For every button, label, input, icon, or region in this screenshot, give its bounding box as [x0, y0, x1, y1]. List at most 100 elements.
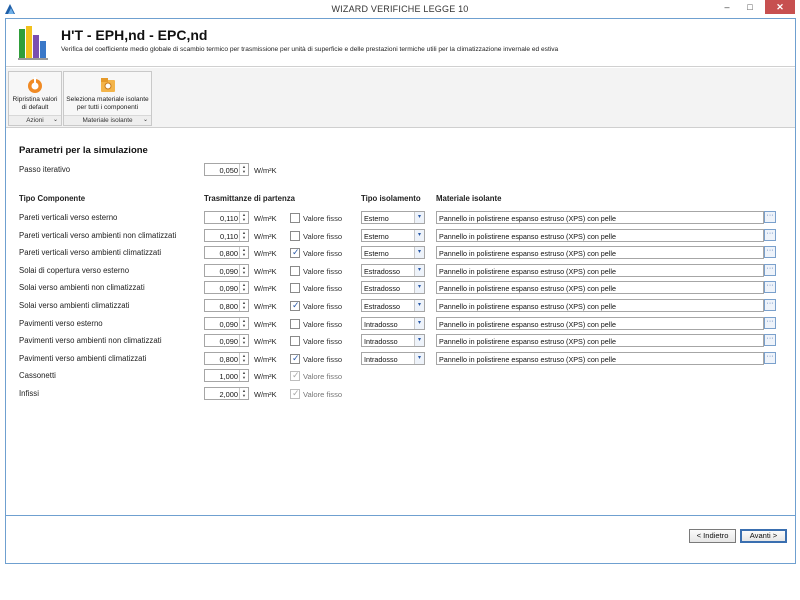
select-material-all-button[interactable]: Seleziona materiale isolante per tutti i … — [64, 72, 151, 116]
trasmittanza-spinner[interactable]: 0,090 ▲ ▼ — [204, 316, 249, 330]
valore-fisso-label: Valore fisso — [303, 337, 343, 347]
reset-label-line2: di default — [21, 104, 49, 111]
spin-down-icon[interactable]: ▼ — [240, 169, 248, 174]
trasmittanza-spinner[interactable]: 0,110 ▲ ▼ — [204, 211, 249, 224]
browse-material-button[interactable]: ··· — [764, 351, 776, 364]
valore-fisso-checkbox[interactable] — [290, 247, 300, 259]
trasmittanza-spinner[interactable]: 1,000 ▲ ▼ — [204, 369, 249, 383]
trasmittanza-spinner[interactable]: 0,800 ▲ ▼ — [204, 299, 249, 312]
materiale-field[interactable]: Pannello in polistirene espanso estruso … — [436, 228, 764, 242]
trasmittanza-value: 0,090 — [219, 337, 239, 347]
isolamento-select[interactable]: Estradosso ▾ — [361, 263, 425, 277]
valore-fisso-checkbox[interactable] — [290, 300, 300, 311]
materiale-value: Pannello in polistirene espanso estruso … — [439, 319, 616, 329]
valore-fisso-label: Valore fisso — [303, 372, 343, 382]
materiale-field[interactable]: Pannello in polistirene espanso estruso … — [436, 334, 764, 348]
spin-down-icon[interactable]: ▼ — [240, 252, 248, 257]
row-label: Cassonetti — [19, 371, 56, 381]
window-title: WIZARD VERIFICHE LEGGE 10 — [331, 4, 469, 14]
trasmittanza-spinner[interactable]: 0,090 ▲ ▼ — [204, 263, 249, 277]
spin-down-icon[interactable]: ▼ — [240, 235, 248, 240]
close-button[interactable]: ✕ — [765, 0, 795, 14]
browse-material-button[interactable]: ··· — [764, 316, 776, 329]
chevron-down-icon[interactable]: ▾ — [414, 335, 424, 347]
spin-down-icon[interactable]: ▼ — [240, 375, 248, 380]
next-button[interactable]: Avanti > — [740, 529, 787, 543]
valore-fisso-checkbox[interactable] — [290, 353, 300, 364]
trasmittanza-spinner[interactable]: 0,090 ▲ ▼ — [204, 281, 249, 295]
maximize-button[interactable]: □ — [738, 0, 762, 14]
spin-down-icon[interactable]: ▼ — [240, 393, 248, 398]
chevron-down-icon[interactable]: ▾ — [414, 352, 424, 364]
isolamento-select[interactable]: Intradosso ▾ — [361, 316, 425, 330]
col-trasmittanze: Trasmittanze di partenza — [204, 194, 295, 203]
materiale-field[interactable]: Pannello in polistirene espanso estruso … — [436, 263, 764, 277]
spin-down-icon[interactable]: ▼ — [240, 217, 248, 222]
back-button[interactable]: < Indietro — [689, 529, 736, 543]
browse-material-button[interactable]: ··· — [764, 263, 776, 276]
browse-material-button[interactable]: ··· — [764, 281, 776, 294]
materiale-value: Pannello in polistirene espanso estruso … — [439, 354, 616, 364]
valore-fisso-label: Valore fisso — [303, 266, 343, 276]
isolamento-select[interactable]: Esterno ▾ — [361, 211, 425, 224]
browse-material-button[interactable]: ··· — [764, 211, 776, 223]
row-label: Solai verso ambienti non climatizzati — [19, 283, 145, 293]
unit-label: W/m²K — [254, 284, 277, 294]
isolamento-select[interactable]: Esterno ▾ — [361, 246, 425, 260]
chevron-down-icon[interactable]: ▾ — [414, 264, 424, 276]
chevron-down-icon[interactable]: ▾ — [414, 300, 424, 311]
trasmittanza-value: 0,800 — [219, 249, 239, 259]
materiale-field[interactable]: Pannello in polistirene espanso estruso … — [436, 246, 764, 260]
trasmittanza-spinner[interactable]: 0,110 ▲ ▼ — [204, 228, 249, 242]
isolamento-select[interactable]: Intradosso ▾ — [361, 334, 425, 348]
materiale-field[interactable]: Pannello in polistirene espanso estruso … — [436, 316, 764, 330]
chevron-down-icon[interactable]: ▾ — [414, 229, 424, 241]
expand-icon[interactable]: ⌄ — [143, 116, 148, 125]
passo-spinner[interactable]: 0,050 ▲ ▼ — [204, 163, 249, 176]
valore-fisso-checkbox[interactable] — [290, 318, 300, 329]
browse-material-button[interactable]: ··· — [764, 228, 776, 241]
unit-label: W/m²K — [254, 319, 277, 329]
valore-fisso-checkbox[interactable] — [290, 230, 300, 241]
materiale-field[interactable]: Pannello in polistirene espanso estruso … — [436, 211, 764, 224]
valore-fisso-checkbox[interactable] — [290, 336, 300, 347]
chevron-down-icon[interactable]: ▾ — [414, 247, 424, 259]
trasmittanza-value: 0,110 — [220, 214, 238, 223]
trasmittanza-spinner[interactable]: 0,800 ▲ ▼ — [204, 246, 249, 260]
col-tipo-componente: Tipo Componente — [19, 194, 86, 203]
minimize-button[interactable]: – — [716, 0, 738, 14]
valore-fisso-checkbox[interactable] — [290, 213, 300, 223]
spin-down-icon[interactable]: ▼ — [240, 287, 248, 292]
isolamento-select[interactable]: Esterno ▾ — [361, 228, 425, 242]
browse-material-button[interactable]: ··· — [764, 334, 776, 347]
valore-fisso-checkbox[interactable] — [290, 265, 300, 276]
reset-defaults-button[interactable]: Ripristina valori di default — [9, 72, 61, 116]
materiale-field[interactable]: Pannello in polistirene espanso estruso … — [436, 299, 764, 312]
spin-down-icon[interactable]: ▼ — [240, 270, 248, 275]
isolamento-select[interactable]: Intradosso ▾ — [361, 351, 425, 365]
trasmittanza-spinner[interactable]: 2,000 ▲ ▼ — [204, 387, 249, 400]
trasmittanza-spinner[interactable]: 0,800 ▲ ▼ — [204, 351, 249, 365]
spin-down-icon[interactable]: ▼ — [240, 305, 248, 310]
row-label: Pavimenti verso ambienti non climatizzat… — [19, 336, 162, 346]
valore-fisso-checkbox[interactable] — [290, 283, 300, 294]
group-label-azioni-text: Azioni — [26, 117, 44, 124]
materiale-field[interactable]: Pannello in polistirene espanso estruso … — [436, 281, 764, 295]
trasmittanza-spinner[interactable]: 0,090 ▲ ▼ — [204, 334, 249, 348]
isolamento-select[interactable]: Estradosso ▾ — [361, 281, 425, 295]
chevron-down-icon[interactable]: ▾ — [414, 212, 424, 223]
spin-down-icon[interactable]: ▼ — [240, 358, 248, 363]
spin-down-icon[interactable]: ▼ — [240, 340, 248, 345]
chevron-down-icon[interactable]: ▾ — [414, 282, 424, 294]
browse-material-button[interactable]: ··· — [764, 299, 776, 311]
spin-down-icon[interactable]: ▼ — [240, 323, 248, 328]
passo-label: Passo iterativo — [19, 165, 71, 174]
chevron-down-icon[interactable]: ▾ — [414, 317, 424, 329]
materiale-field[interactable]: Pannello in polistirene espanso estruso … — [436, 351, 764, 365]
material-icon — [100, 78, 115, 92]
browse-material-button[interactable]: ··· — [764, 246, 776, 259]
trasmittanza-value: 0,090 — [219, 319, 239, 329]
footer: < Indietro Avanti > — [6, 517, 795, 563]
expand-icon[interactable]: ⌄ — [53, 116, 58, 125]
isolamento-select[interactable]: Estradosso ▾ — [361, 299, 425, 312]
